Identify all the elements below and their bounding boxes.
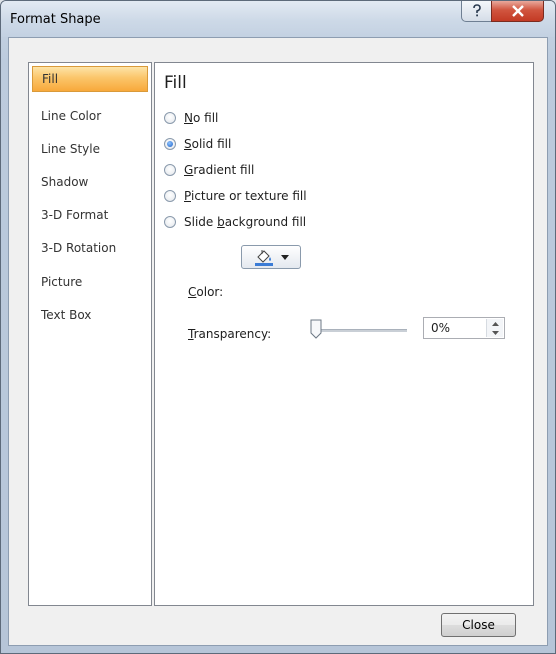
radio-slide-background-fill[interactable]: Slide background fill (164, 213, 306, 231)
nav-item-picture[interactable]: Picture (32, 269, 148, 295)
window-close-button[interactable] (491, 1, 544, 22)
radio-button[interactable] (164, 190, 176, 202)
category-list: Fill Line Color Line Style Shadow 3-D Fo… (28, 62, 152, 606)
format-shape-dialog: Format Shape Fill Line Color Line Style … (0, 0, 556, 654)
radio-button[interactable] (164, 164, 176, 176)
nav-item-fill[interactable]: Fill (32, 66, 148, 92)
radio-label: Solid fill (184, 137, 232, 151)
arrow-up-icon (491, 321, 499, 326)
fill-panel: Fill No fill Solid fill Gradient fill Pi… (154, 62, 534, 606)
nav-item-label: Text Box (41, 308, 92, 322)
dialog-title: Format Shape (10, 12, 101, 27)
arrow-down-icon (491, 330, 499, 335)
radio-no-fill[interactable]: No fill (164, 109, 218, 127)
color-label: Color: (188, 285, 224, 299)
transparency-input[interactable]: 0% (423, 317, 505, 339)
radio-button[interactable] (164, 138, 176, 150)
radio-label: Picture or texture fill (184, 189, 307, 203)
transparency-label: Transparency: (188, 327, 272, 341)
title-bar: Format Shape (1, 1, 555, 37)
nav-item-label: 3-D Rotation (41, 241, 117, 255)
spin-down-button[interactable] (487, 328, 503, 337)
nav-item-label: Line Color (41, 109, 102, 123)
radio-picture-texture-fill[interactable]: Picture or texture fill (164, 187, 307, 205)
nav-item-3d-format[interactable]: 3-D Format (32, 202, 148, 228)
nav-item-3d-rotation[interactable]: 3-D Rotation (32, 235, 148, 261)
radio-label: No fill (184, 111, 219, 125)
transparency-slider-thumb[interactable] (310, 319, 322, 339)
radio-gradient-fill[interactable]: Gradient fill (164, 161, 254, 179)
help-button[interactable] (461, 1, 492, 22)
transparency-value: 0% (431, 321, 451, 335)
close-button[interactable]: Close (441, 613, 516, 637)
help-icon (472, 4, 481, 17)
radio-button[interactable] (164, 112, 176, 124)
radio-solid-fill[interactable]: Solid fill (164, 135, 231, 153)
paint-bucket-icon (255, 250, 273, 266)
nav-item-line-style[interactable]: Line Style (32, 136, 148, 162)
section-title: Fill (164, 73, 187, 93)
transparency-spinner (486, 319, 503, 337)
radio-label: Gradient fill (184, 163, 255, 177)
nav-item-label: Shadow (41, 175, 89, 189)
nav-item-label: Fill (42, 72, 59, 86)
radio-label: Slide background fill (184, 215, 307, 229)
nav-item-line-color[interactable]: Line Color (32, 103, 148, 129)
chevron-down-icon (281, 254, 289, 260)
nav-item-label: Line Style (41, 142, 100, 156)
nav-item-shadow[interactable]: Shadow (32, 169, 148, 195)
radio-button[interactable] (164, 216, 176, 228)
close-icon (511, 5, 524, 17)
fill-color-picker-button[interactable] (241, 245, 301, 269)
nav-item-label: Picture (41, 275, 83, 289)
nav-item-label: 3-D Format (41, 208, 109, 222)
nav-item-text-box[interactable]: Text Box (32, 302, 148, 328)
spin-up-button[interactable] (487, 319, 503, 328)
dialog-body: Fill Line Color Line Style Shadow 3-D Fo… (8, 37, 548, 646)
transparency-slider-track[interactable] (315, 329, 407, 332)
